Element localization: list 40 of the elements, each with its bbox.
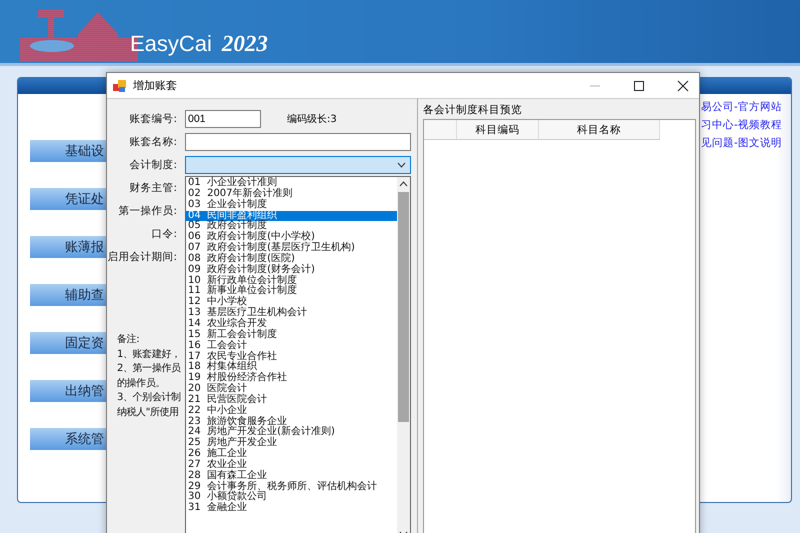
app-icon <box>113 78 127 92</box>
dropdown-item[interactable]: 27 农业企业 <box>186 460 397 471</box>
dropdown-item[interactable]: 07 政府会计制度(基层医疗卫生机构) <box>186 243 397 254</box>
link[interactable]: 易公司-官方网站 <box>701 100 791 114</box>
dropdown-item[interactable]: 21 民营医院会计 <box>186 394 397 406</box>
note-text: 备注: <box>117 333 140 347</box>
input-field[interactable]: 001 <box>185 110 261 128</box>
input-field[interactable] <box>185 133 411 151</box>
app-version: 2023 <box>222 31 268 57</box>
preview-title: 各会计制度科目预览 <box>423 103 523 118</box>
dropdown-item[interactable]: 08 政府会计制度(医院) <box>186 254 397 265</box>
dropdown-item[interactable]: 02 2007年新会计准则 <box>186 188 397 200</box>
scrollbar[interactable] <box>397 177 410 533</box>
note-text: 纳税人"所使用 <box>117 406 179 420</box>
maximize-icon[interactable] <box>633 80 645 92</box>
dropdown-item[interactable]: 31 金融企业 <box>186 503 397 514</box>
dropdown-item[interactable]: 03 企业会计制度 <box>186 200 397 211</box>
dropdown-item[interactable]: 15 新工会会计制度 <box>186 330 397 341</box>
field-label: 账套编号: <box>128 112 177 126</box>
close-icon[interactable] <box>677 80 689 92</box>
scroll-up-icon[interactable] <box>399 181 408 187</box>
column-header[interactable]: 科目编码 <box>457 120 539 139</box>
note-text: 2、第一操作员 <box>117 362 181 376</box>
scroll-thumb[interactable] <box>398 192 409 422</box>
dropdown-item[interactable]: 14 农业综合开发 <box>186 318 397 330</box>
combo-box[interactable] <box>185 156 411 174</box>
dropdown-item[interactable]: 22 中小企业 <box>186 406 397 417</box>
code-length-label: 编码级长:3 <box>287 112 337 126</box>
column-header[interactable]: 科目名称 <box>539 120 660 139</box>
dropdown-item[interactable]: 16 工会会计 <box>186 340 397 352</box>
link[interactable]: 习中心-视频教程 <box>701 118 791 132</box>
dropdown-item[interactable]: 09 政府会计制度(财务会计) <box>186 264 397 276</box>
dropdown-item[interactable]: 20 医院会计 <box>186 384 397 395</box>
link[interactable]: 见问题-图文说明 <box>701 136 791 150</box>
app-title: EasyCai <box>130 31 212 57</box>
dropdown-item[interactable]: 13 基层医疗卫生机构会计 <box>186 308 397 319</box>
dropdown-item[interactable]: 26 施工企业 <box>186 449 397 460</box>
dropdown-item[interactable]: 01 小企业会计准则 <box>186 178 397 189</box>
dialog-title: 增加账套 <box>133 78 177 93</box>
dropdown-item[interactable]: 28 国有森工企业 <box>186 470 397 482</box>
